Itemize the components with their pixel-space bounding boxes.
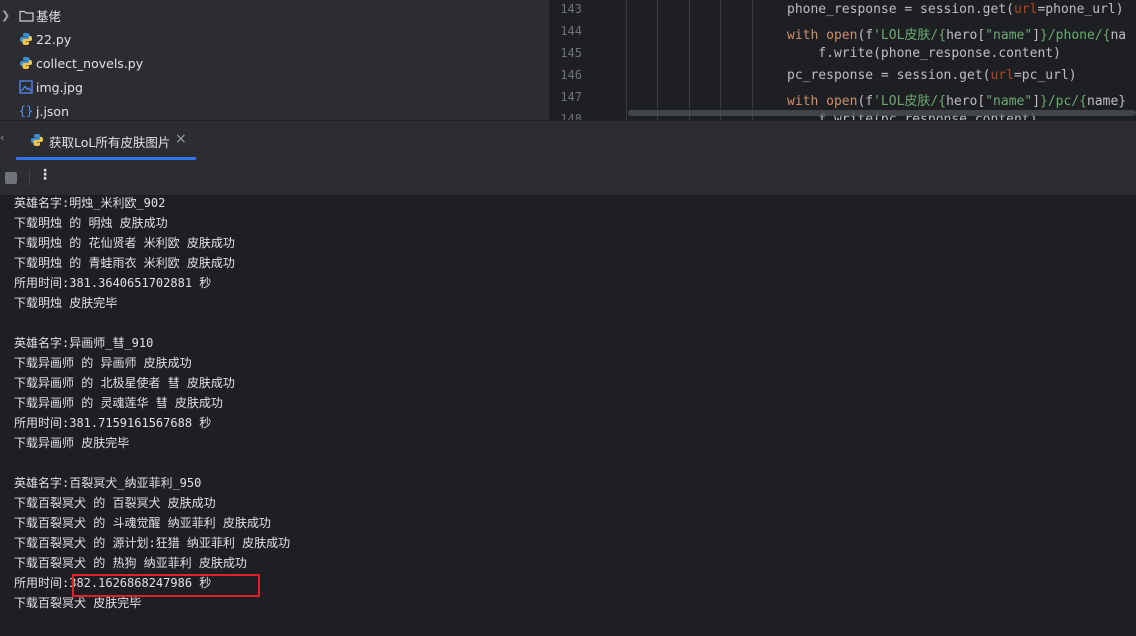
python-run-icon [30,133,44,147]
console-line: 下载异画师 的 异画师 皮肤成功 [14,356,192,370]
chevron-left-icon[interactable]: ‹ [0,131,4,144]
indent-guide [626,0,627,120]
indent-guide [752,0,753,120]
code-token: url [990,68,1014,83]
tab-label: 获取LoL所有皮肤图片 [49,135,171,150]
code-token: pc_response = session.get( [787,68,991,83]
horizontal-scrollbar[interactable] [628,110,1136,116]
code-line: with open(f'LOL皮肤/{hero["name"]}/phone/{… [787,24,1126,43]
line-number: 147 [560,90,582,104]
toolbar-separator [29,170,30,186]
code-token: ] [1032,94,1041,109]
console-line: 英雄名字:明烛_米利欧_902 [14,196,166,210]
close-icon[interactable]: × [175,131,187,147]
console-line: 下载百裂冥犬 的 百裂冥犬 皮肤成功 [14,496,216,510]
code-token: 'LOL皮肤/{ [873,94,947,109]
code-token: na [1110,28,1127,43]
image-file-icon [18,79,34,95]
line-number-gutter: 143 144 145 146 147 148 [550,0,626,120]
python-file-icon [18,31,34,47]
code-token: f.write(phone_response.content) [787,46,1061,61]
line-number: 144 [560,24,582,38]
line-number: 143 [560,2,582,16]
code-token: =phone_url) [1037,2,1124,17]
console-line: 下载百裂冥犬 的 斗魂觉醒 纳亚菲利 皮肤成功 [14,516,271,530]
tree-item-label: collect_novels.py [36,55,144,71]
line-number: 148 [560,112,582,120]
run-toolbar: ⋮ [0,160,1136,195]
python-file-icon [18,55,34,71]
code-token: open [826,28,858,43]
code-token: (f [857,28,874,43]
code-token: =pc_url) [1013,68,1077,83]
tree-item-file[interactable]: {} j.json [0,99,549,120]
tree-item-file[interactable]: collect_novels.py [0,51,549,75]
console-line: 下载异画师 皮肤完毕 [14,436,130,450]
console-line: 英雄名字:百裂冥犬_纳亚菲利_950 [14,476,202,490]
tree-item-label: 22.py [36,31,72,47]
console-line: 下载百裂冥犬 的 热狗 纳亚菲利 皮肤成功 [14,556,247,570]
json-file-icon: {} [18,104,34,118]
code-token: }/pc/{ [1040,94,1087,109]
code-token: hero[ [946,94,986,109]
code-token: }/phone/{ [1040,28,1111,43]
code-token: "name" [985,94,1033,109]
code-token: with [787,94,827,109]
code-editor[interactable]: 143 144 145 146 147 148 phone_response =… [550,0,1136,120]
code-token: open [826,94,858,109]
code-token: phone_response = session.get( [787,2,1014,17]
console-line: 下载百裂冥犬 的 源计划:狂猎 纳亚菲利 皮肤成功 [14,536,291,550]
console-line: 所用时间:381.7159161567688 秒 [14,416,212,430]
code-token: 'LOL皮肤/{ [873,28,947,43]
line-number: 145 [560,46,582,60]
code-line: pc_response = session.get(url=pc_url) [787,68,1077,83]
top-area: ❯ 基佬 22.py collect_novels.py img.jpg {} … [0,0,1136,120]
code-token: (f [857,94,874,109]
console-line: 下载明烛 的 明烛 皮肤成功 [14,216,168,230]
console-line: 下载异画师 的 北极星使者 彗 皮肤成功 [14,376,235,390]
console-line: 下载明烛 的 花仙贤者 米利欧 皮肤成功 [14,236,235,250]
console-line: 所用时间:381.3640651702881 秒 [14,276,212,290]
code-token: name} [1086,94,1127,109]
indent-guide [689,0,690,120]
chevron-right-icon[interactable]: ❯ [1,9,11,22]
code-token: "name" [985,28,1033,43]
code-token: with [787,28,827,43]
code-line: phone_response = session.get(url=phone_u… [787,2,1124,17]
console-output[interactable]: 英雄名字:明烛_米利欧_902 下载明烛 的 明烛 皮肤成功下载明烛 的 花仙贤者… [0,195,1136,636]
code-line: f.write(phone_response.content) [787,46,1061,61]
console-line: 下载明烛 的 青蛙雨衣 米利欧 皮肤成功 [14,256,235,270]
code-token: hero[ [946,28,986,43]
tree-item-label: 基佬 [36,8,62,24]
code-token: ] [1032,28,1041,43]
tree-item-file[interactable]: 22.py [0,27,549,51]
console-line: 下载异画师 的 灵魂莲华 彗 皮肤成功 [14,396,223,410]
tree-item-folder[interactable]: ❯ 基佬 [0,3,549,27]
indent-guide [657,0,658,120]
project-tree: ❯ 基佬 22.py collect_novels.py img.jpg {} … [0,0,549,120]
folder-icon [18,7,34,23]
tree-item-label: j.json [36,103,70,119]
console-line: 下载明烛 皮肤完毕 [14,296,118,310]
line-number: 146 [560,68,582,82]
stop-button[interactable] [5,172,17,184]
tree-item-label: img.jpg [36,79,83,95]
highlight-annotation-box [72,574,260,597]
indent-guide [720,0,721,120]
more-options-icon[interactable]: ⋮ [38,167,52,183]
tab-run-config[interactable]: 获取LoL所有皮肤图片 × [16,120,196,160]
code-line: with open(f'LOL皮肤/{hero["name"]}/pc/{nam… [787,90,1126,109]
tree-item-file[interactable]: img.jpg [0,75,549,99]
console-line: 英雄名字:异画师_彗_910 [14,336,154,350]
code-token: url [1013,2,1038,17]
